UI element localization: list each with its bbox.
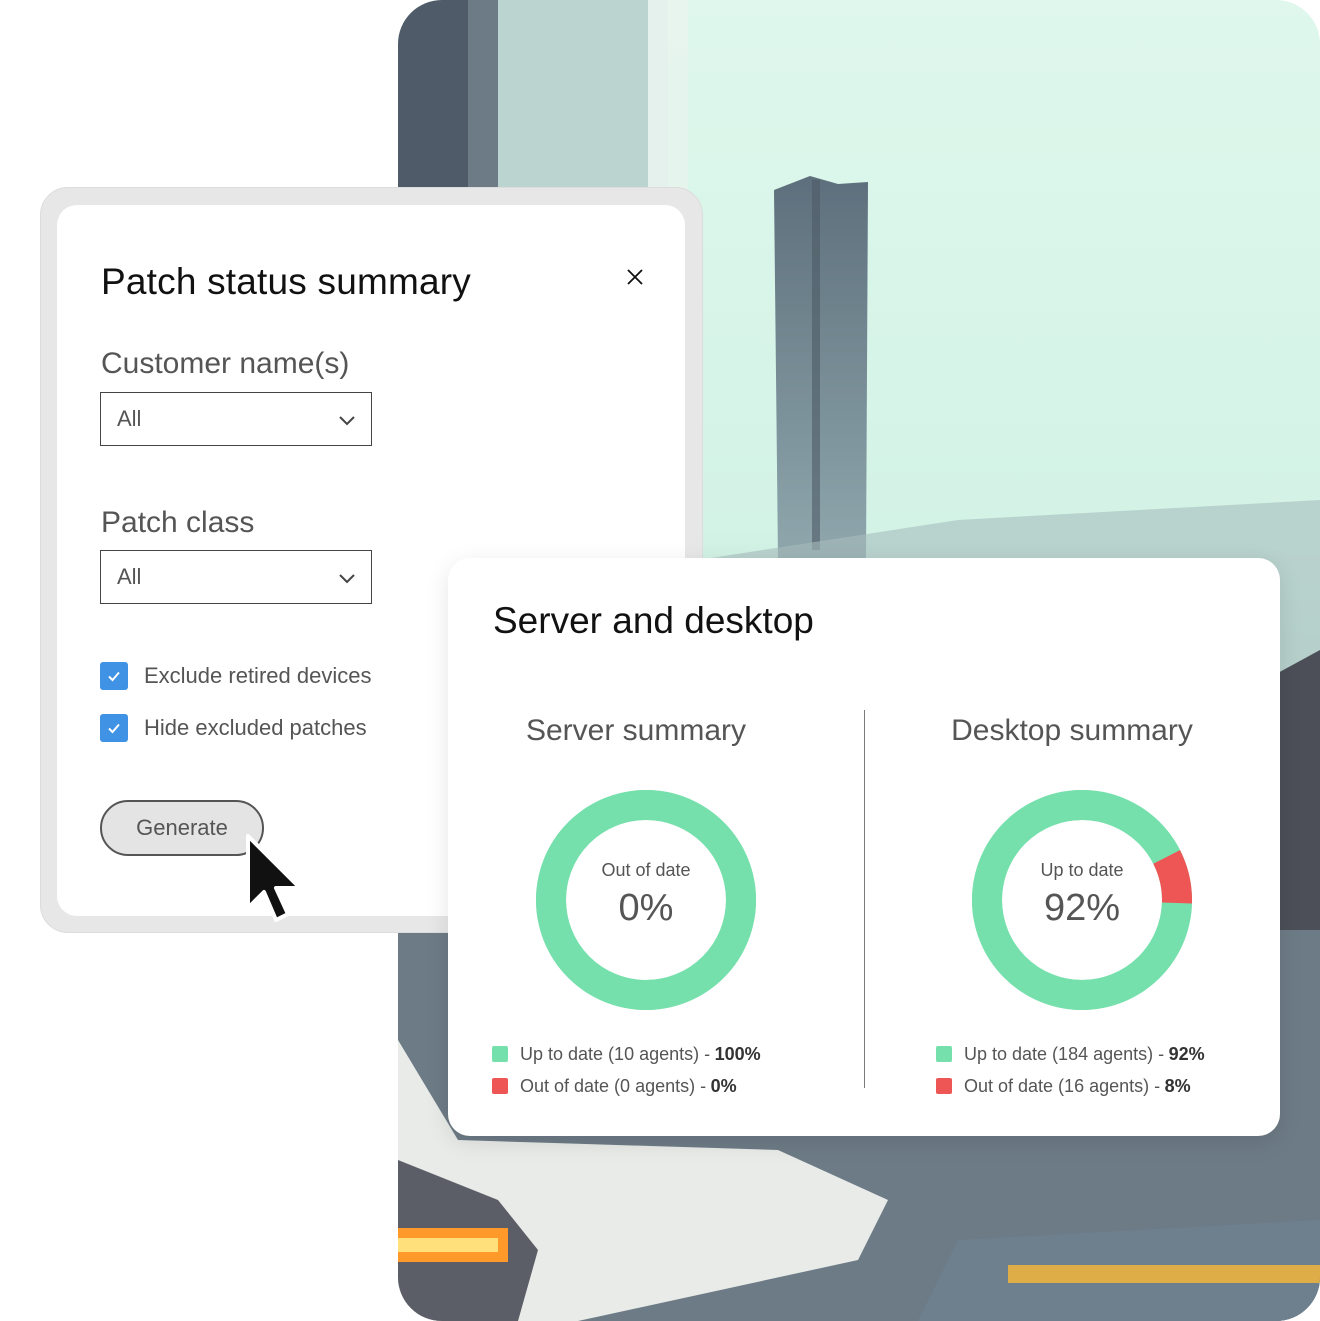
- legend-item-out-of-date: Out of date (0 agents) - 0%: [492, 1070, 761, 1102]
- desktop-center-label: Up to date: [1040, 860, 1124, 880]
- green-swatch: [492, 1046, 508, 1062]
- checkmark-icon: [108, 671, 120, 682]
- legend-text: Up to date (184 agents) -: [964, 1043, 1165, 1064]
- patch-class-value: All: [117, 564, 142, 589]
- desktop-center-value: 92%: [1043, 887, 1121, 929]
- close-button[interactable]: [622, 264, 648, 290]
- legend-text: Out of date (0 agents) -: [520, 1075, 707, 1096]
- legend-percent: 0%: [710, 1075, 737, 1096]
- legend-percent: 100%: [714, 1043, 761, 1064]
- desktop-summary-title: Desktop summary: [951, 714, 1193, 747]
- red-swatch: [492, 1078, 508, 1094]
- chevron-down-icon: [339, 574, 355, 584]
- desktop-summary: Desktop summary Up to date 92% Up to dat…: [864, 558, 1280, 1136]
- exclude-retired-label: Exclude retired devices: [144, 663, 372, 688]
- legend-text: Up to date (10 agents) -: [520, 1043, 711, 1064]
- red-swatch: [936, 1078, 952, 1094]
- mouse-pointer-icon: [246, 834, 302, 922]
- close-icon[interactable]: [626, 268, 644, 286]
- green-swatch: [936, 1046, 952, 1062]
- legend-percent: 8%: [1164, 1075, 1191, 1096]
- checkmark-icon: [108, 723, 120, 734]
- legend-percent: 92%: [1168, 1043, 1205, 1064]
- server-legend: Up to date (10 agents) - 100% Out of dat…: [492, 1038, 761, 1102]
- server-summary: Server summary Out of date 0% Up to date…: [448, 558, 864, 1136]
- patch-class-label: Patch class: [101, 506, 255, 539]
- server-donut-center: Out of date 0%: [536, 790, 756, 1010]
- patch-class-select[interactable]: All: [100, 550, 372, 604]
- server-center-label: Out of date: [601, 860, 691, 880]
- server-summary-title: Server summary: [525, 714, 747, 747]
- desktop-donut-center: Up to date 92%: [972, 790, 1192, 1010]
- exclude-retired-option[interactable]: Exclude retired devices: [100, 662, 371, 690]
- legend-item-up-to-date: Up to date (10 agents) - 100%: [492, 1038, 761, 1070]
- legend-item-up-to-date: Up to date (184 agents) - 92%: [936, 1038, 1205, 1070]
- server-desktop-card: Server and desktop Server summary Out of…: [448, 558, 1280, 1136]
- hide-excluded-checkbox[interactable]: [100, 714, 128, 742]
- legend-item-out-of-date: Out of date (16 agents) - 8%: [936, 1070, 1205, 1102]
- customer-name-select[interactable]: All: [100, 392, 372, 446]
- chevron-down-icon: [339, 416, 355, 426]
- desktop-donut-chart: Up to date 92%: [972, 790, 1192, 1010]
- legend-text: Out of date (16 agents) -: [964, 1075, 1161, 1096]
- server-donut-chart: Out of date 0%: [536, 790, 756, 1010]
- hide-excluded-option[interactable]: Hide excluded patches: [100, 714, 367, 742]
- dialog-title: Patch status summary: [101, 261, 472, 302]
- hide-excluded-label: Hide excluded patches: [144, 715, 367, 740]
- server-center-value: 0%: [618, 887, 674, 929]
- customer-name-label: Customer name(s): [101, 347, 350, 380]
- exclude-retired-checkbox[interactable]: [100, 662, 128, 690]
- customer-name-value: All: [117, 406, 142, 431]
- desktop-legend: Up to date (184 agents) - 92% Out of dat…: [936, 1038, 1205, 1102]
